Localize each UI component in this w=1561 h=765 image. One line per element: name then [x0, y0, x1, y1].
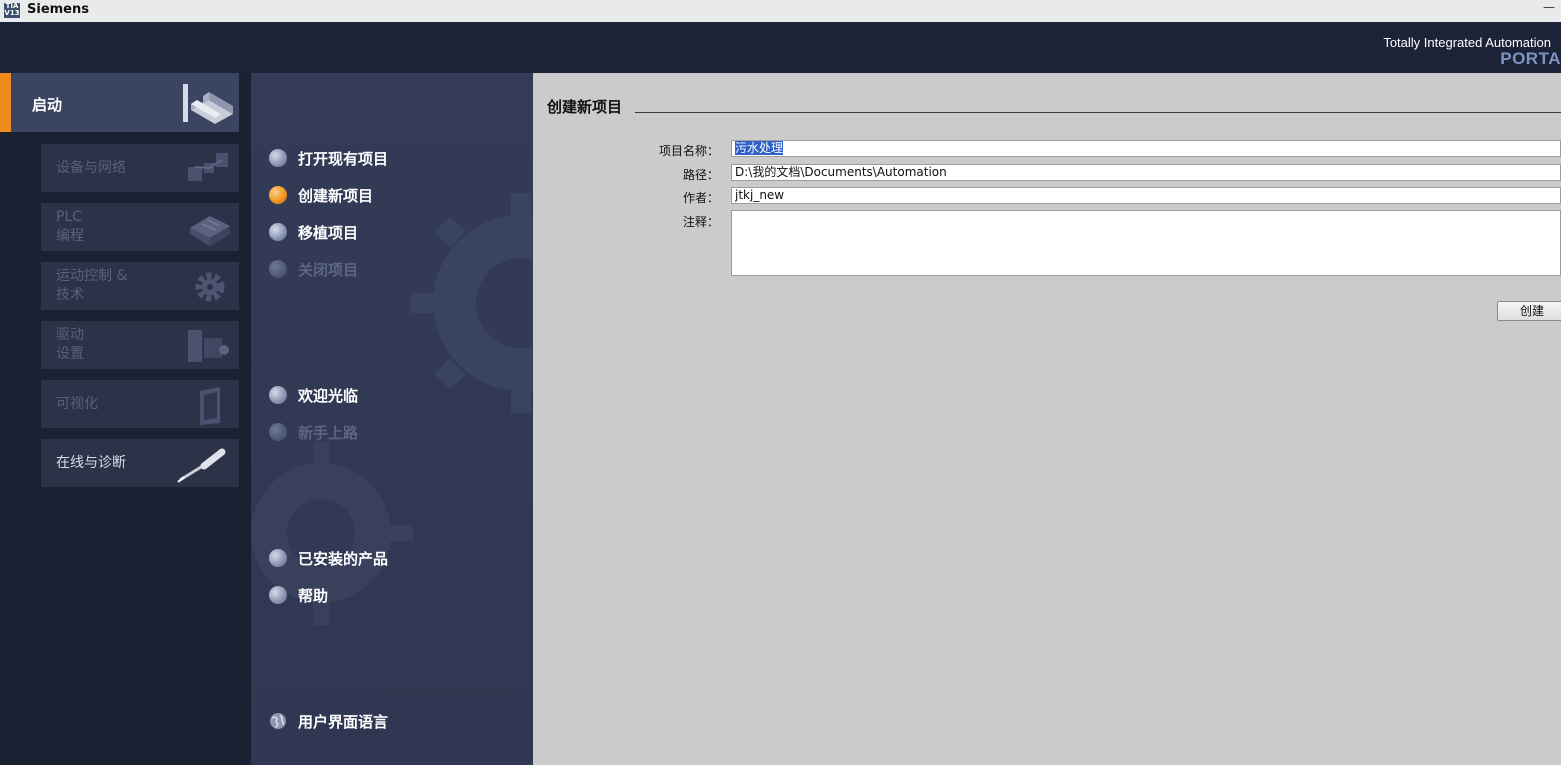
menu-bullet-icon — [269, 149, 287, 167]
portal-banner: Totally Integrated Automation PORTA — [0, 22, 1561, 73]
menu-bullet-icon — [269, 223, 287, 241]
menu-help[interactable]: 帮助 — [269, 584, 328, 606]
menu-bullet-icon — [269, 386, 287, 404]
create-project-panel: 创建新项目 项目名称： 污水处理 路径： D:\我的文档\Documents\A… — [533, 73, 1561, 765]
nav-tile-label: 驱动 设置 — [56, 327, 84, 362]
section-heading: 创建新项目 — [547, 98, 623, 116]
menu-open-existing-project[interactable]: 打开现有项目 — [269, 147, 388, 169]
diagnostics-screwdriver-icon — [177, 448, 226, 483]
drive-motor-icon — [188, 330, 229, 362]
project-name-input[interactable]: 污水处理 — [731, 140, 1561, 157]
motion-gear-icon — [195, 272, 225, 302]
active-accent-bar — [0, 73, 11, 132]
comment-textarea[interactable] — [731, 210, 1561, 276]
menu-installed-products[interactable]: 已安装的产品 — [269, 547, 388, 569]
minimize-button[interactable]: — — [1543, 0, 1555, 14]
window-title: Siemens — [27, 2, 89, 17]
menu-label: 已安装的产品 — [298, 549, 389, 568]
menu-bullet-icon — [269, 549, 287, 567]
path-input[interactable]: D:\我的文档\Documents\Automation — [731, 164, 1561, 181]
create-button[interactable]: 创建 — [1497, 301, 1561, 321]
plc-programming-icon — [190, 216, 230, 246]
portal-navigation: 启动 设备与网络 PLC 编程 运动控制 & 技术 驱动 设置 可视化 在线与诊… — [0, 73, 251, 765]
menu-label: 关闭项目 — [298, 260, 359, 279]
nav-tile-online-diagnostics[interactable]: 在线与诊断 — [41, 439, 239, 487]
menu-label: 移植项目 — [298, 223, 359, 242]
menu-close-project: 关闭项目 — [269, 258, 358, 280]
nav-start-tile[interactable]: 启动 — [0, 73, 239, 132]
menu-label: 用户界面语言 — [298, 712, 389, 731]
nav-tile-motion-control[interactable]: 运动控制 & 技术 — [41, 262, 239, 310]
author-input[interactable]: jtkj_new — [731, 187, 1561, 204]
menu-label: 欢迎光临 — [298, 386, 359, 405]
heading-divider — [635, 112, 1561, 113]
nav-tile-plc-programming[interactable]: PLC 编程 — [41, 203, 239, 251]
menu-label: 打开现有项目 — [298, 149, 389, 168]
portal-menu-panel: 打开现有项目 创建新项目 移植项目 关闭项目 欢迎光临 新手上路 已安装的产品 … — [251, 73, 533, 765]
menu-bullet-active-icon — [269, 186, 287, 204]
globe-icon — [270, 713, 286, 729]
menu-bullet-icon — [269, 260, 287, 278]
selected-text: 污水处理 — [735, 141, 784, 155]
portal-start-icon — [183, 84, 233, 124]
hmi-panel-icon — [200, 387, 220, 425]
nav-tile-label: 可视化 — [56, 396, 98, 412]
menu-label: 创建新项目 — [298, 186, 374, 205]
author-label: 作者： — [682, 191, 719, 205]
path-label: 路径： — [682, 168, 719, 182]
nav-tile-visualization[interactable]: 可视化 — [41, 380, 239, 428]
background-gear-graphic — [411, 193, 533, 413]
banner-tagline: Totally Integrated Automation — [1383, 35, 1551, 50]
menu-label: 帮助 — [298, 586, 329, 605]
nav-tile-drive-setup[interactable]: 驱动 设置 — [41, 321, 239, 369]
menu-first-steps: 新手上路 — [269, 421, 358, 443]
menu-bullet-icon — [269, 423, 287, 441]
menu-create-new-project[interactable]: 创建新项目 — [269, 184, 373, 206]
nav-start-label: 启动 — [32, 96, 63, 114]
menu-migrate-project[interactable]: 移植项目 — [269, 221, 358, 243]
title-bar: TIA V13 Siemens — — [0, 0, 1561, 23]
nav-tile-label: 在线与诊断 — [56, 455, 126, 471]
nav-tile-label: PLC 编程 — [56, 209, 84, 244]
menu-welcome[interactable]: 欢迎光临 — [269, 384, 358, 406]
menu-label: 新手上路 — [298, 423, 359, 442]
banner-portal-text: PORTA — [1500, 49, 1561, 68]
nav-tile-devices-network[interactable]: 设备与网络 — [41, 144, 239, 192]
nav-tile-label: 设备与网络 — [56, 160, 126, 176]
menu-bullet-icon — [269, 586, 287, 604]
project-name-label: 项目名称： — [658, 144, 719, 158]
tia-logo-icon: TIA V13 — [4, 2, 20, 18]
nav-tile-label: 运动控制 & 技术 — [56, 268, 128, 303]
comment-label: 注释： — [682, 215, 719, 229]
menu-ui-language[interactable]: 用户界面语言 — [269, 710, 388, 732]
devices-network-icon — [188, 153, 228, 181]
